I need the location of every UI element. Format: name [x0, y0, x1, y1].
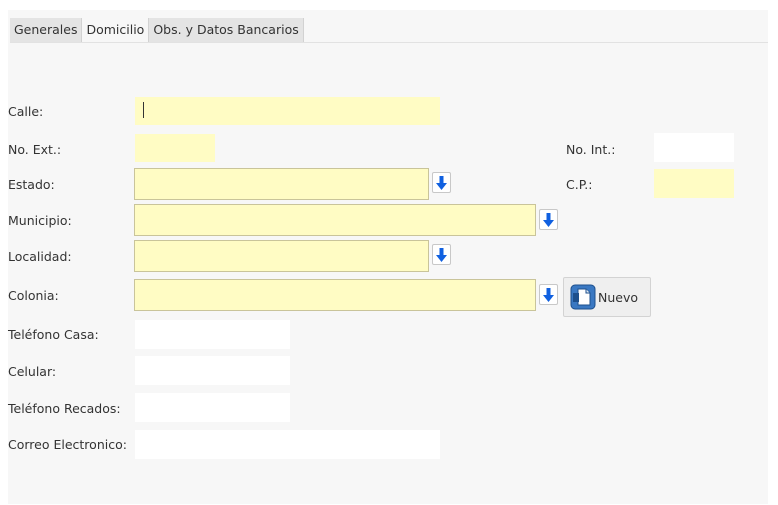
- tab-domicilio[interactable]: Domicilio: [82, 18, 150, 42]
- arrow-down-icon: [543, 212, 554, 227]
- new-document-icon: [570, 284, 596, 310]
- municipio-dropdown-button[interactable]: [539, 209, 558, 230]
- estado-label: Estado:: [8, 177, 55, 192]
- telefono-recados-input[interactable]: [135, 393, 290, 422]
- no-ext-label: No. Ext.:: [8, 142, 62, 157]
- no-ext-input[interactable]: [135, 134, 215, 162]
- municipio-label: Municipio:: [8, 213, 72, 228]
- no-int-input[interactable]: [654, 133, 734, 162]
- calle-input[interactable]: [135, 97, 440, 125]
- arrow-down-icon: [543, 287, 554, 302]
- cp-input[interactable]: [654, 169, 734, 198]
- nuevo-button[interactable]: Nuevo: [563, 277, 651, 317]
- colonia-dropdown-button[interactable]: [539, 284, 558, 305]
- arrow-down-icon: [436, 175, 447, 190]
- arrow-down-icon: [436, 247, 447, 262]
- text-caret: [143, 102, 144, 118]
- celular-input[interactable]: [135, 356, 290, 385]
- colonia-combo[interactable]: [134, 279, 536, 311]
- nuevo-button-label: Nuevo: [598, 289, 639, 305]
- tab-divider: [10, 42, 768, 43]
- telefono-casa-input[interactable]: [135, 320, 290, 349]
- celular-label: Celular:: [8, 364, 57, 379]
- estado-combo[interactable]: [134, 168, 429, 200]
- municipio-combo[interactable]: [134, 204, 536, 236]
- no-int-label: No. Int.:: [566, 142, 616, 157]
- telefono-casa-label: Teléfono Casa:: [8, 327, 99, 342]
- calle-label: Calle:: [8, 104, 44, 119]
- tab-generales[interactable]: Generales: [10, 18, 83, 42]
- tab-bar: Generales Domicilio Obs. y Datos Bancari…: [10, 18, 304, 42]
- tab-obs-datos-bancarios[interactable]: Obs. y Datos Bancarios: [149, 18, 304, 42]
- estado-dropdown-button[interactable]: [432, 172, 451, 193]
- telefono-recados-label: Teléfono Recados:: [8, 401, 121, 416]
- cp-label: C.P.:: [566, 177, 593, 192]
- localidad-combo[interactable]: [134, 240, 429, 272]
- localidad-dropdown-button[interactable]: [432, 244, 451, 265]
- correo-electronico-label: Correo Electronico:: [8, 437, 127, 452]
- localidad-label: Localidad:: [8, 249, 72, 264]
- correo-electronico-input[interactable]: [135, 430, 440, 459]
- colonia-label: Colonia:: [8, 288, 59, 303]
